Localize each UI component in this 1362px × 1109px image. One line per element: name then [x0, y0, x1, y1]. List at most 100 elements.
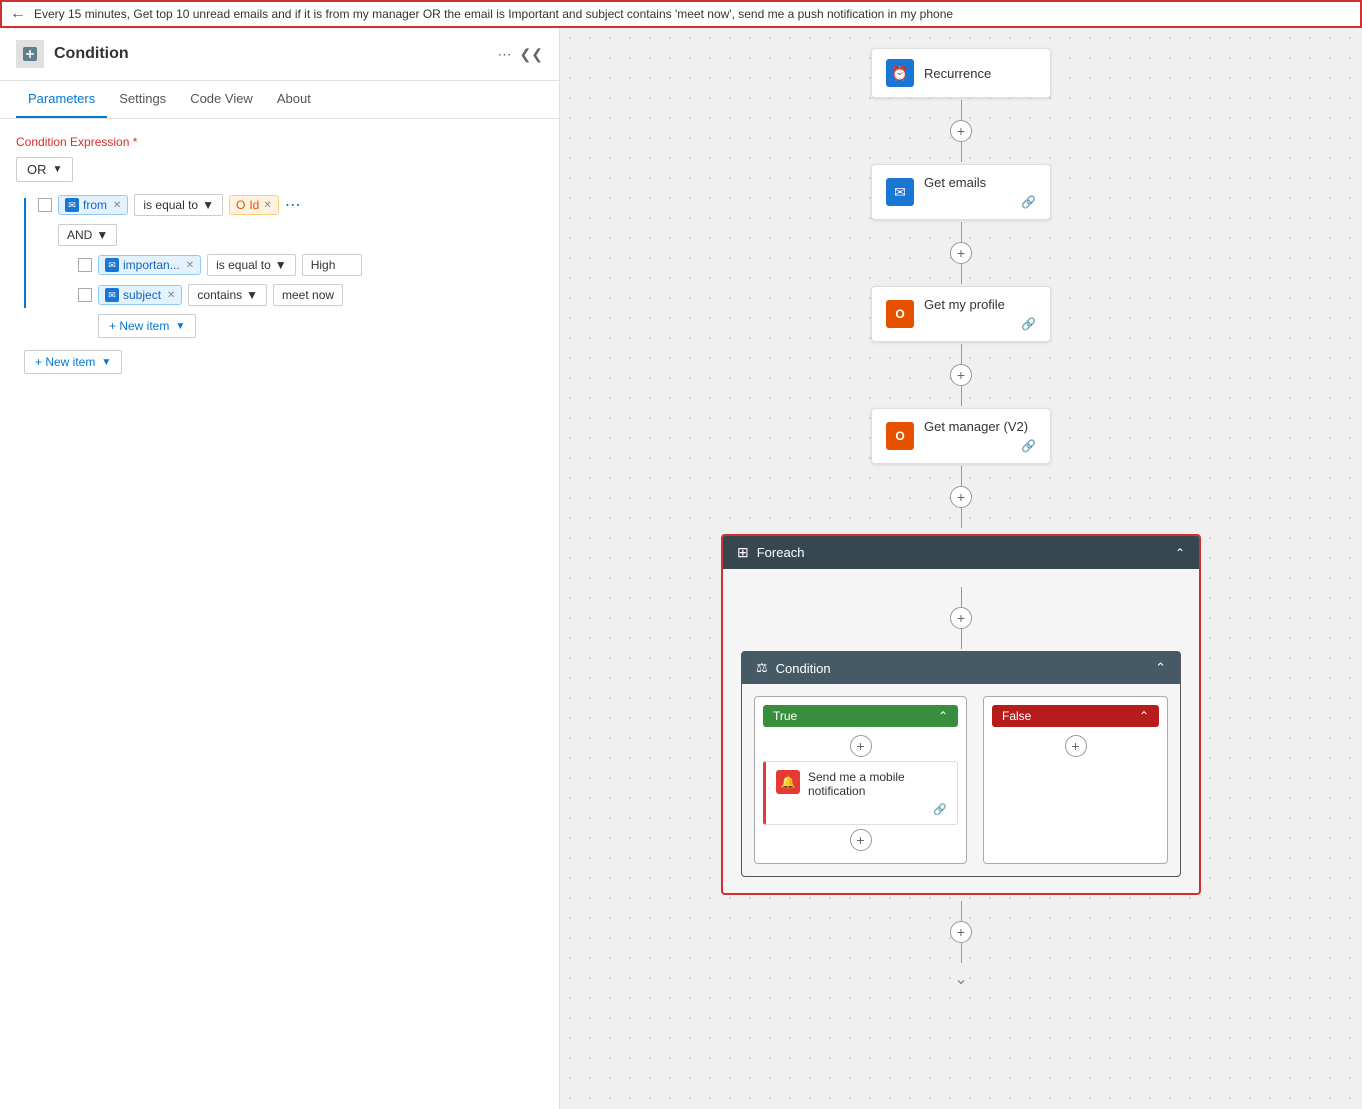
bottom-add-step[interactable]: +	[950, 921, 972, 943]
connector-line-1b	[961, 142, 962, 162]
tab-code-view[interactable]: Code View	[178, 81, 265, 118]
subject-close[interactable]: ✕	[167, 290, 175, 301]
foreach-add-step[interactable]: +	[950, 607, 972, 629]
true-add-step[interactable]: +	[850, 735, 872, 757]
new-item-outer-btn[interactable]: + New item ▼	[24, 350, 122, 374]
get-manager-node[interactable]: O Get manager (V2) 🔗	[871, 408, 1051, 464]
connector-line-4b	[961, 508, 962, 528]
importance-close[interactable]: ✕	[186, 260, 194, 271]
new-item-inner-btn[interactable]: + New item ▼	[98, 314, 196, 338]
panel-title: Condition	[54, 45, 498, 63]
tab-settings[interactable]: Settings	[107, 81, 178, 118]
operator-select-row2[interactable]: is equal to ▼	[207, 254, 296, 276]
more-dots-icon[interactable]: ⋯	[498, 46, 512, 63]
get-my-profile-label: Get my profile	[924, 297, 1036, 312]
new-item-inner-chevron: ▼	[175, 321, 185, 332]
panel-header: Condition ⋯ ❮❮	[0, 28, 559, 81]
checkbox-row3[interactable]	[78, 288, 92, 302]
bottom-connector: +	[950, 901, 972, 963]
tab-about[interactable]: About	[265, 81, 323, 118]
value-input-row3[interactable]: meet now	[273, 284, 343, 306]
get-emails-node[interactable]: ✉ Get emails 🔗	[871, 164, 1051, 220]
connector-3: +	[950, 344, 972, 406]
and-dropdown[interactable]: AND ▼	[58, 224, 117, 246]
foreach-header[interactable]: ⊞ Foreach ⌃	[723, 536, 1199, 569]
recurrence-node[interactable]: ⏰ Recurrence	[871, 48, 1051, 98]
checkbox-row2[interactable]	[78, 258, 92, 272]
get-manager-label: Get manager (V2)	[924, 419, 1036, 434]
connector-line-2b	[961, 264, 962, 284]
importance-tag: ✉ importan... ✕	[98, 255, 201, 275]
main-layout: Condition ⋯ ❮❮ Parameters Settings Code …	[0, 0, 1362, 1109]
condition-box-header-left: ⚖ Condition	[756, 660, 831, 676]
true-false-row: True ⌃ + 🔔 Send me a	[742, 684, 1180, 876]
outlook-icon: ✉	[65, 198, 79, 212]
and-chevron-icon: ▼	[96, 228, 108, 242]
bottom-line	[961, 901, 962, 921]
outlook-icon-2: ✉	[105, 258, 119, 272]
outlook-icon-3: ✉	[105, 288, 119, 302]
add-step-4[interactable]: +	[950, 486, 972, 508]
condition-box-label: Condition	[776, 661, 831, 676]
true-collapse-icon[interactable]: ⌃	[938, 709, 948, 723]
mobile-notif-label: Send me a mobile notification	[808, 770, 905, 798]
more-options-row1[interactable]: ⋯	[285, 195, 301, 215]
value-input-row2[interactable]: High	[302, 254, 362, 276]
operator-select-row3[interactable]: contains ▼	[188, 284, 267, 306]
right-panel: ⏰ Recurrence + ✉ Get emails 🔗 +	[560, 28, 1362, 1109]
false-collapse-icon[interactable]: ⌃	[1139, 709, 1149, 723]
connector-line-2	[961, 222, 962, 242]
new-item-inner-label: + New item	[109, 319, 169, 333]
foreach-inner-line	[961, 587, 962, 607]
or-dropdown[interactable]: OR ▼	[16, 157, 73, 182]
connector-1: +	[950, 100, 972, 162]
office-icon: O	[236, 198, 245, 212]
branch-content: ✉ from ✕ is equal to ▼ O Id	[38, 194, 543, 338]
link-icon-3: 🔗	[1021, 439, 1036, 453]
from-tag: ✉ from ✕	[58, 195, 128, 215]
condition-row-1: ✉ from ✕ is equal to ▼ O Id	[38, 194, 543, 216]
connector-2: +	[950, 222, 972, 284]
notif-link-icon: 🔗	[933, 804, 947, 816]
operator-chevron-icon: ▼	[202, 198, 214, 212]
true-bottom-add-step[interactable]: +	[850, 829, 872, 851]
condition-box-header[interactable]: ⚖ Condition ⌃	[742, 652, 1180, 684]
connector-line-1	[961, 100, 962, 120]
operator-chevron-2: ▼	[275, 258, 287, 272]
or-label: OR	[27, 162, 47, 177]
checkbox-row1[interactable]	[38, 198, 52, 212]
back-arrow-icon[interactable]: ←	[10, 5, 26, 23]
condition-box-collapse[interactable]: ⌃	[1155, 660, 1166, 676]
new-item-outer-chevron: ▼	[101, 357, 111, 368]
connector-line-3	[961, 344, 962, 364]
value-pill-row1: O Id ✕	[229, 195, 279, 215]
operator-select-row1[interactable]: is equal to ▼	[134, 194, 223, 216]
foreach-collapse-icon[interactable]: ⌃	[1175, 546, 1185, 560]
banner-text: Every 15 minutes, Get top 10 unread emai…	[34, 7, 953, 21]
link-icon-1: 🔗	[1021, 195, 1036, 209]
get-my-profile-node[interactable]: O Get my profile 🔗	[871, 286, 1051, 342]
add-step-3[interactable]: +	[950, 364, 972, 386]
and-group: AND ▼ ✉ importan... ✕	[58, 224, 543, 338]
and-row-2: ✉ importan... ✕ is equal to ▼ High	[78, 254, 543, 276]
or-branch: ✉ from ✕ is equal to ▼ O Id	[24, 194, 543, 338]
condition-box: ⚖ Condition ⌃ True ⌃	[741, 651, 1181, 877]
mobile-notification-node[interactable]: 🔔 Send me a mobile notification 🔗	[763, 761, 958, 825]
add-step-1[interactable]: +	[950, 120, 972, 142]
from-tag-close[interactable]: ✕	[113, 200, 121, 211]
connector-4: +	[950, 466, 972, 528]
connector-line-4	[961, 466, 962, 486]
importance-label: importan...	[123, 258, 180, 272]
collapse-icon[interactable]: ❮❮	[520, 46, 543, 63]
get-emails-label: Get emails	[924, 175, 1036, 190]
true-branch-header: True ⌃	[763, 705, 958, 727]
tab-parameters[interactable]: Parameters	[16, 81, 107, 118]
panel-header-actions[interactable]: ⋯ ❮❮	[498, 46, 543, 63]
condition-tree: ✉ from ✕ is equal to ▼ O Id	[24, 194, 543, 374]
tabs-bar: Parameters Settings Code View About	[0, 81, 559, 119]
condition-box-icon: ⚖	[756, 660, 768, 676]
false-add-step[interactable]: +	[1065, 735, 1087, 757]
add-step-2[interactable]: +	[950, 242, 972, 264]
value-close-row1[interactable]: ✕	[263, 200, 271, 211]
mobile-notif-icon: 🔔	[776, 770, 800, 794]
